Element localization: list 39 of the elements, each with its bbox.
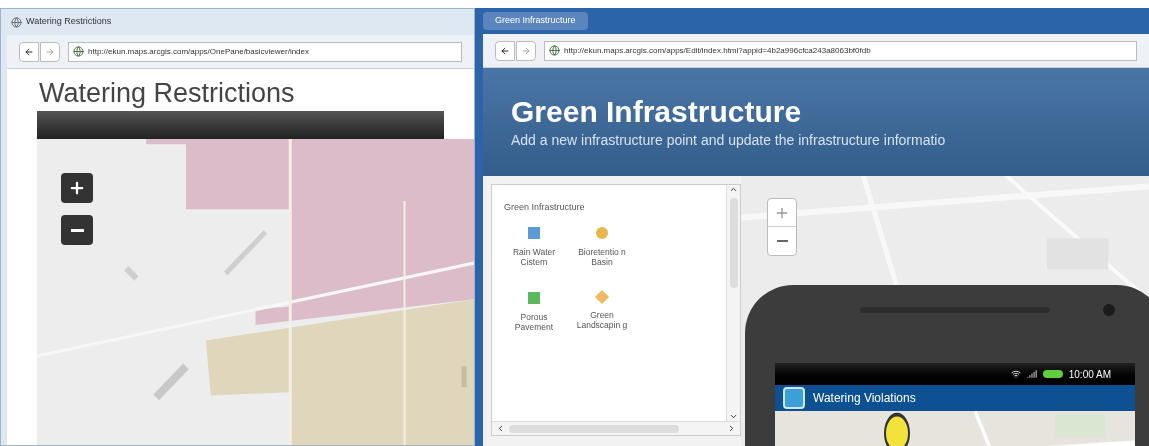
- scrollbar[interactable]: [492, 421, 740, 435]
- forward-button[interactable]: [40, 41, 60, 62]
- url-text: http://ekun.maps.arcgis.com/apps/Edit/index.html?appid=4b2a996cfca243a8063bf0fdb: [564, 44, 871, 57]
- zoom-out-button[interactable]: [61, 215, 93, 245]
- scroll-right-icon[interactable]: [727, 424, 736, 433]
- address-field[interactable]: http://ekun.maps.arcgis.com/apps/OnePane/basicviewer/index: [68, 41, 462, 62]
- address-field[interactable]: http://ekun.maps.arcgis.com/apps/Edit/index.html?appid=4b2a996cfca243a8063bf0fdb: [544, 40, 1137, 61]
- back-arrow-icon: [500, 45, 510, 56]
- back-button[interactable]: [495, 40, 515, 61]
- template-label: Rain Water Cistern: [511, 246, 557, 268]
- minus-icon: [70, 228, 84, 232]
- template-item[interactable]: Green Landscapin g: [572, 291, 632, 333]
- forward-arrow-icon: [45, 46, 55, 57]
- scrollbar[interactable]: [726, 185, 740, 421]
- back-button[interactable]: [19, 41, 39, 62]
- scroll-up-icon[interactable]: [729, 185, 738, 194]
- back-arrow-icon: [24, 46, 34, 57]
- page-title: Green Infrastructure: [511, 93, 803, 130]
- panel-title: Green Infrastructure: [504, 201, 586, 214]
- globe-icon: [73, 46, 84, 57]
- template-label: Bioretentio n Basin: [577, 246, 627, 268]
- plus-icon: [68, 179, 86, 197]
- scroll-left-icon[interactable]: [496, 424, 505, 433]
- window-title: Watering Restrictions: [26, 15, 112, 29]
- globe-icon: [11, 16, 22, 28]
- forward-arrow-icon: [521, 45, 531, 56]
- template-item[interactable]: Porous Pavement: [504, 291, 564, 333]
- browser-tab[interactable]: Green Infrastructure: [483, 12, 588, 30]
- template-label: Green Landscapin g: [575, 309, 629, 331]
- url-text: http://ekun.maps.arcgis.com/apps/OnePane/basicviewer/index: [88, 45, 309, 58]
- page-title: Watering Restrictions: [39, 80, 295, 107]
- template-label: Porous Pavement: [513, 311, 555, 333]
- forward-button[interactable]: [516, 40, 536, 61]
- template-item[interactable]: Bioretentio n Basin: [572, 226, 632, 268]
- template-item[interactable]: Rain Water Cistern: [504, 226, 564, 268]
- scroll-down-icon[interactable]: [729, 412, 738, 421]
- globe-icon: [549, 45, 560, 56]
- page-subtitle: Add a new infrastructure point and update the infrastructure informatio: [511, 131, 947, 151]
- zoom-in-button[interactable]: [61, 173, 93, 203]
